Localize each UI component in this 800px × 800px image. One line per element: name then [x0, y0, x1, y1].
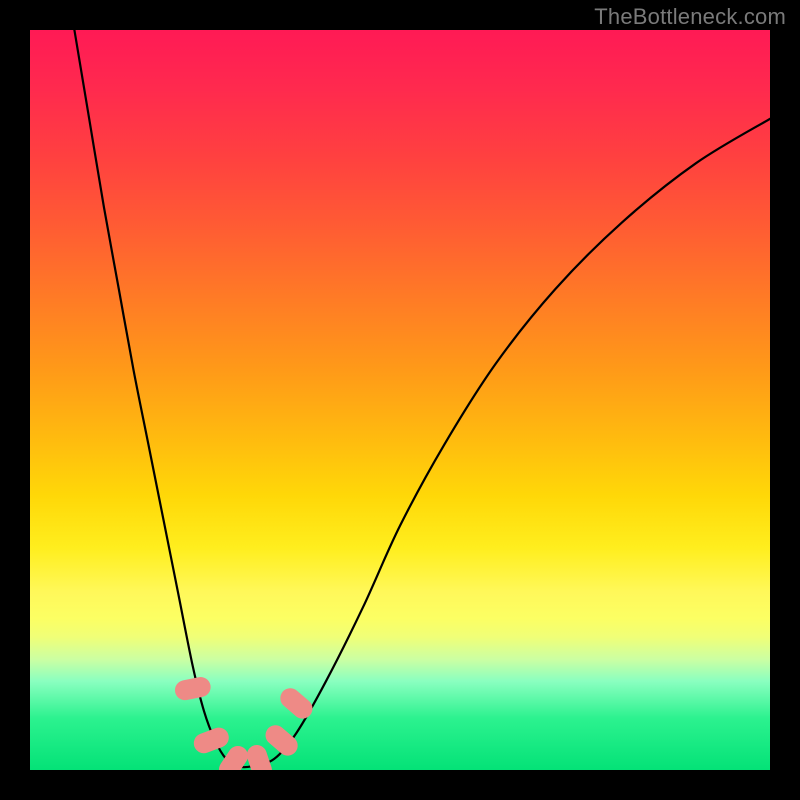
- marker-6: [276, 684, 316, 723]
- watermark-text: TheBottleneck.com: [594, 4, 786, 30]
- bottleneck-curve: [74, 30, 770, 767]
- curve-group: [74, 30, 770, 767]
- chart-frame: TheBottleneck.com: [0, 0, 800, 800]
- marker-1: [173, 675, 212, 702]
- markers-group: [173, 675, 316, 770]
- marker-5: [261, 721, 301, 760]
- chart-svg: [30, 30, 770, 770]
- plot-area: [30, 30, 770, 770]
